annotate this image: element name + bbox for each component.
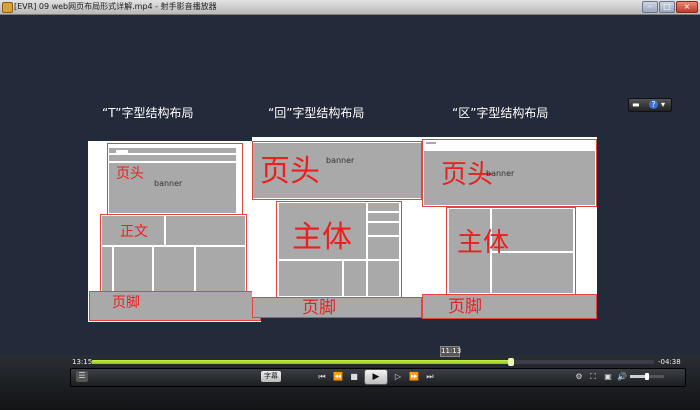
settings-icon[interactable]: ⚙	[574, 372, 584, 382]
close-button[interactable]: ×	[676, 1, 698, 13]
elapsed-time: 13:15	[72, 358, 93, 366]
t-footer-label: 页脚	[112, 295, 140, 311]
qu-footer-label: 页脚	[448, 297, 482, 317]
maximize-button[interactable]: □	[659, 1, 675, 13]
seek-hover-time: 11:13	[440, 346, 462, 357]
hui-banner-label: banner	[326, 156, 355, 165]
fullscreen-icon[interactable]: ⛶	[588, 372, 598, 382]
window-title: [EVR] 09 web网页布局形式详解.mp4 - 射手影音播放器	[14, 2, 217, 11]
seek-bar-fill	[92, 360, 511, 364]
qu-body-label: 主体	[457, 228, 510, 258]
player-window: [EVR] 09 web网页布局形式详解.mp4 - 射手影音播放器 – □ ×…	[0, 0, 700, 410]
heading-hui-layout: “回”字型结构布局	[268, 106, 365, 120]
rewind-icon[interactable]: ⏪	[332, 372, 344, 382]
hui-layout-diagram: 页头 banner 主体 页脚	[252, 137, 422, 318]
t-header-label: 页头	[116, 166, 144, 182]
window-icon[interactable]: ▣	[603, 372, 613, 382]
hui-body-label: 主体	[292, 220, 352, 255]
volume-knob[interactable]	[645, 373, 649, 380]
help-icon[interactable]: ?	[649, 100, 658, 109]
minimize-button[interactable]: –	[642, 1, 658, 13]
qu-banner-label: banner	[486, 169, 515, 178]
t-body-label: 正文	[120, 224, 148, 240]
playlist-icon[interactable]: ☰	[76, 371, 88, 382]
volume-slider[interactable]	[630, 373, 664, 380]
seek-bar[interactable]	[92, 358, 654, 366]
hui-footer-label: 页脚	[302, 298, 336, 318]
hui-header-label: 页头	[260, 154, 320, 189]
remaining-time: -04:38	[658, 358, 681, 366]
qu-layout-diagram: 页头 banner 主体 页脚	[422, 137, 597, 319]
title-bar[interactable]: [EVR] 09 web网页布局形式详解.mp4 - 射手影音播放器 – □ ×	[0, 0, 700, 15]
window-buttons: – □ ×	[642, 1, 698, 13]
step-forward-icon[interactable]: ▷	[392, 372, 404, 382]
dropdown-icon[interactable]: ▾	[661, 100, 665, 110]
floating-controls[interactable]: ▬ ? ▾	[628, 98, 672, 112]
skip-back-icon[interactable]: ⏮	[316, 372, 328, 382]
subtitle-button[interactable]: 字幕	[261, 371, 281, 382]
screen-icon: ▬	[632, 100, 640, 109]
t-banner-label: banner	[154, 179, 183, 188]
hui-footer-outline	[252, 297, 422, 318]
seek-bar-knob[interactable]	[507, 358, 514, 366]
volume-icon[interactable]: 🔊	[617, 372, 627, 382]
t-layout-diagram: 页头 banner 正文 页脚	[88, 141, 261, 322]
heading-t-layout: “T”字型结构布局	[102, 106, 194, 120]
fast-forward-icon[interactable]: ⏩	[408, 372, 420, 382]
app-icon	[2, 2, 13, 13]
skip-forward-icon[interactable]: ⏭	[424, 372, 436, 382]
stop-icon[interactable]: ■	[348, 372, 360, 382]
play-icon[interactable]: ▶	[364, 369, 388, 385]
heading-qu-layout: “区”字型结构布局	[452, 106, 549, 120]
